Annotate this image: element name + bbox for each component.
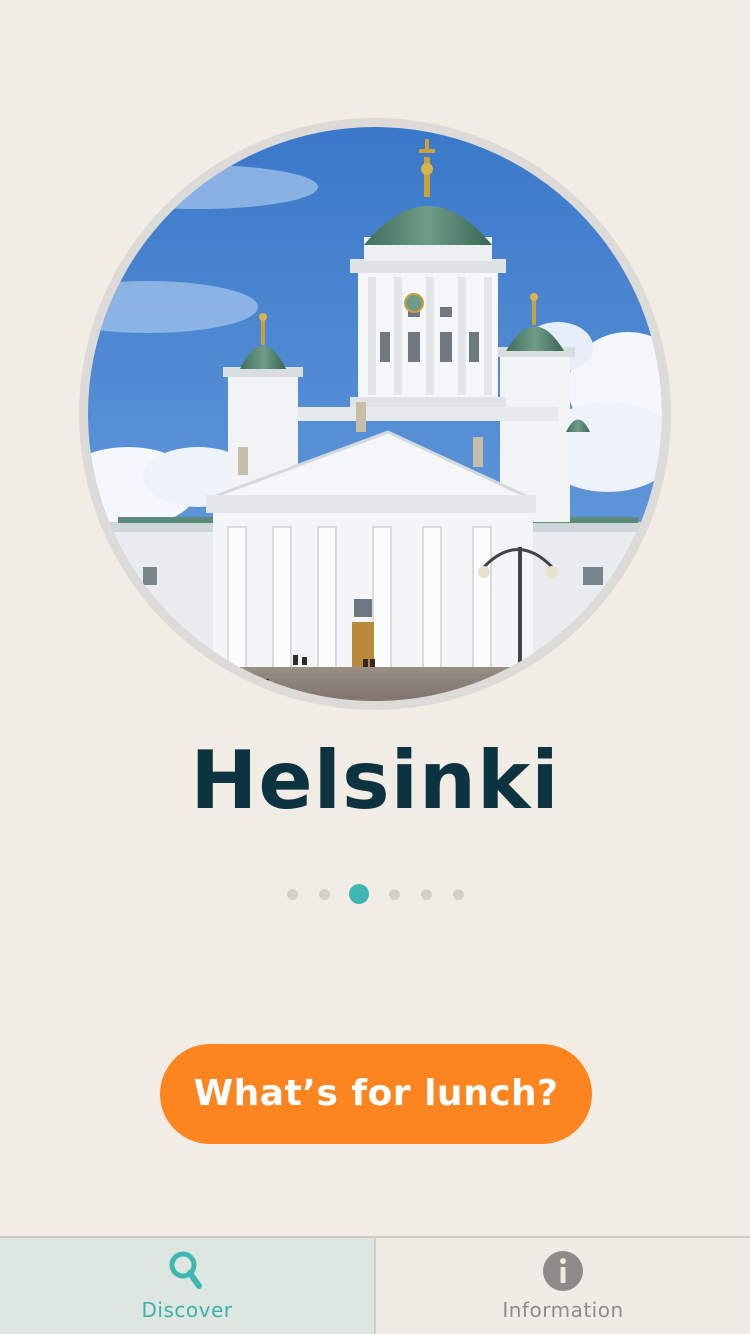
tab-discover-label: Discover [141,1298,233,1322]
page-dot[interactable] [452,888,464,900]
tab-information[interactable]: Information [376,1238,750,1334]
page-dot[interactable] [318,888,330,900]
search-icon [169,1251,202,1289]
page-dot[interactable] [420,888,432,900]
page-dot[interactable] [388,888,400,900]
tab-information-label: Information [502,1298,624,1322]
page-dot[interactable] [286,888,298,900]
screen: Helsinki What’s for lunch? Discover Info… [0,0,750,1334]
tab-bar: Discover Information [0,1236,750,1334]
cathedral-illustration [88,127,662,701]
whats-for-lunch-button[interactable]: What’s for lunch? [160,1044,592,1144]
page-dot-active[interactable] [349,884,369,904]
page-indicator[interactable] [0,884,750,904]
city-title: Helsinki [190,734,560,827]
city-photo-frame [79,118,671,710]
info-icon [543,1251,583,1291]
tab-discover[interactable]: Discover [0,1238,376,1334]
city-photo[interactable] [88,127,662,701]
